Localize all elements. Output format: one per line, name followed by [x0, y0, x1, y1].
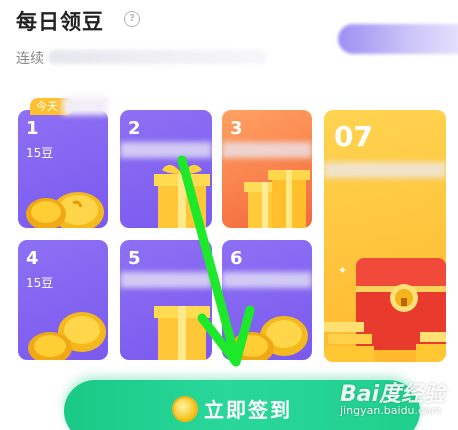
day-card-2[interactable]: 2	[120, 110, 212, 228]
day-card-4[interactable]: 4 15豆	[18, 240, 108, 360]
coins-icon	[230, 316, 308, 360]
gift-boxes-icon	[244, 170, 310, 228]
blurred-subtitle	[48, 50, 268, 64]
treasure-chest-icon	[324, 258, 446, 362]
watermark-url: jingyan.baidu.com	[340, 404, 442, 417]
coins-icon	[26, 192, 104, 228]
day-card-5[interactable]: 5	[120, 240, 212, 360]
streak-subtitle: 连续	[16, 51, 44, 67]
blurred-badge-part	[62, 97, 108, 115]
day-card-1[interactable]: 1 15豆	[18, 110, 108, 228]
sign-in-label: 立即签到	[204, 398, 292, 422]
day-card-6[interactable]: 6	[222, 240, 312, 360]
page-title: 每日领豆	[16, 10, 104, 34]
coins-icon	[28, 312, 106, 360]
help-icon[interactable]: ?	[124, 11, 140, 27]
day-card-7[interactable]: 07 ✦	[324, 110, 446, 362]
gift-box-icon	[154, 306, 210, 360]
blurred-action-pill[interactable]	[338, 24, 458, 54]
coin-icon	[172, 396, 198, 422]
gift-box-icon	[154, 164, 210, 228]
baidu-watermark: Bai度经验 jingyan.baidu.com	[340, 374, 450, 426]
day-card-3[interactable]: 3	[222, 110, 312, 228]
daily-checkin-panel: 每日领豆 ? 连续 1 15豆 今天 2 3 07 ✦ 4 15豆 5 6 立即…	[0, 0, 458, 430]
